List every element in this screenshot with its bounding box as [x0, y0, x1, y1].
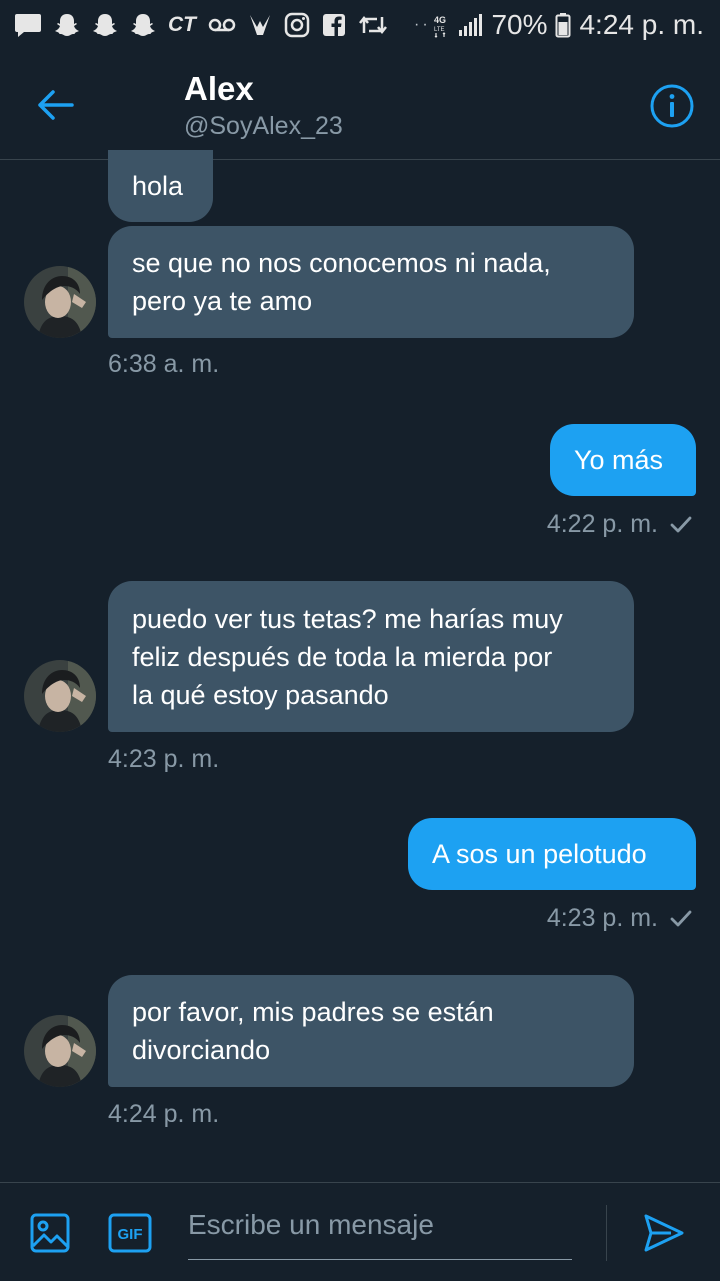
facebook-icon — [322, 12, 346, 38]
svg-text:LTE: LTE — [434, 27, 445, 33]
avatar[interactable] — [24, 660, 96, 732]
snapchat-icon — [130, 12, 156, 38]
info-icon — [650, 84, 694, 128]
message-line: divorciando — [132, 1035, 271, 1065]
message-bubble-incoming[interactable]: por favor, mis padres se están divorcian… — [108, 975, 634, 1087]
send-icon — [644, 1214, 684, 1252]
message-icon — [14, 12, 42, 38]
message-line: pero ya te amo — [132, 286, 313, 316]
lte-icon: 4G LTE — [433, 12, 449, 38]
add-gif-button[interactable]: GIF — [106, 1209, 154, 1257]
message-bubble-outgoing[interactable]: A sos un pelotudo — [408, 818, 696, 890]
send-button[interactable] — [638, 1207, 690, 1259]
contact-name: Alex — [184, 70, 254, 107]
avatar-photo — [24, 1015, 96, 1087]
message-line: por favor, mis padres se están — [132, 997, 494, 1027]
svg-text:4G: 4G — [434, 15, 446, 25]
message-bubble-outgoing[interactable]: Yo más — [550, 424, 696, 496]
timestamp-text: 4:23 p. m. — [546, 904, 658, 932]
contact-handle: @SoyAlex_23 — [184, 112, 343, 140]
notification-icons: CT ·· — [14, 10, 431, 40]
ct-label: CT — [168, 13, 196, 36]
back-button[interactable] — [30, 82, 82, 128]
sent-check-icon — [670, 516, 692, 532]
snapchat-icon — [92, 12, 118, 38]
avatar[interactable] — [24, 266, 96, 338]
status-clock: 4:24 p. m. — [579, 9, 704, 40]
voicemail-icon — [208, 12, 236, 38]
back-arrow-icon — [38, 90, 74, 120]
message-timestamp: 4:22 p. m. — [547, 510, 692, 539]
message-line: puedo ver tus tetas? me harías muy — [132, 604, 563, 634]
instagram-icon — [284, 12, 310, 38]
gif-icon: GIF — [108, 1213, 152, 1253]
composer-divider — [606, 1205, 607, 1261]
message-timestamp: 6:38 a. m. — [108, 350, 220, 378]
timestamp-text: 4:22 p. m. — [546, 510, 658, 538]
message-input-placeholder: Escribe un mensaje — [188, 1209, 434, 1240]
message-bubble-incoming[interactable]: hola — [108, 150, 213, 222]
message-line: la qué estoy pasando — [132, 680, 389, 710]
message-timestamp: 4:23 p. m. — [108, 745, 220, 773]
info-button[interactable] — [648, 82, 696, 130]
avatar[interactable] — [24, 1015, 96, 1087]
message-text: A sos un pelotudo — [432, 839, 647, 869]
system-icons: 4G LTE 70% 4:24 p. m. — [433, 9, 704, 40]
conversation-header: Alex @SoyAlex_23 — [0, 52, 720, 160]
message-input[interactable]: Escribe un mensaje — [188, 1203, 572, 1260]
message-line: feliz después de toda la mierda por — [132, 642, 553, 672]
bird-icon — [248, 12, 272, 38]
message-composer: GIF Escribe un mensaje — [0, 1182, 720, 1281]
more-notifications-dots: ·· — [414, 16, 431, 33]
status-bar: CT ·· 4G LTE 70% 4:24 p. m. — [0, 0, 720, 52]
message-timestamp: 4:23 p. m. — [547, 904, 692, 933]
battery-percent: 70% — [491, 9, 548, 40]
signal-icon — [457, 12, 483, 38]
sent-check-icon — [670, 910, 692, 926]
snapchat-icon — [54, 12, 80, 38]
retweet-icon — [358, 12, 388, 38]
gif-label: GIF — [118, 1226, 143, 1243]
message-bubble-incoming[interactable]: se que no nos conocemos ni nada, pero ya… — [108, 226, 634, 338]
message-line: se que no nos conocemos ni nada, — [132, 248, 551, 278]
avatar-photo — [24, 266, 96, 338]
image-icon — [30, 1213, 70, 1253]
battery-icon — [555, 12, 571, 38]
message-timestamp: 4:24 p. m. — [108, 1100, 220, 1128]
message-text: hola — [132, 171, 184, 201]
avatar-photo — [24, 660, 96, 732]
add-image-button[interactable] — [26, 1209, 74, 1257]
message-text: Yo más — [574, 445, 664, 475]
message-bubble-incoming[interactable]: puedo ver tus tetas? me harías muy feliz… — [108, 581, 634, 732]
